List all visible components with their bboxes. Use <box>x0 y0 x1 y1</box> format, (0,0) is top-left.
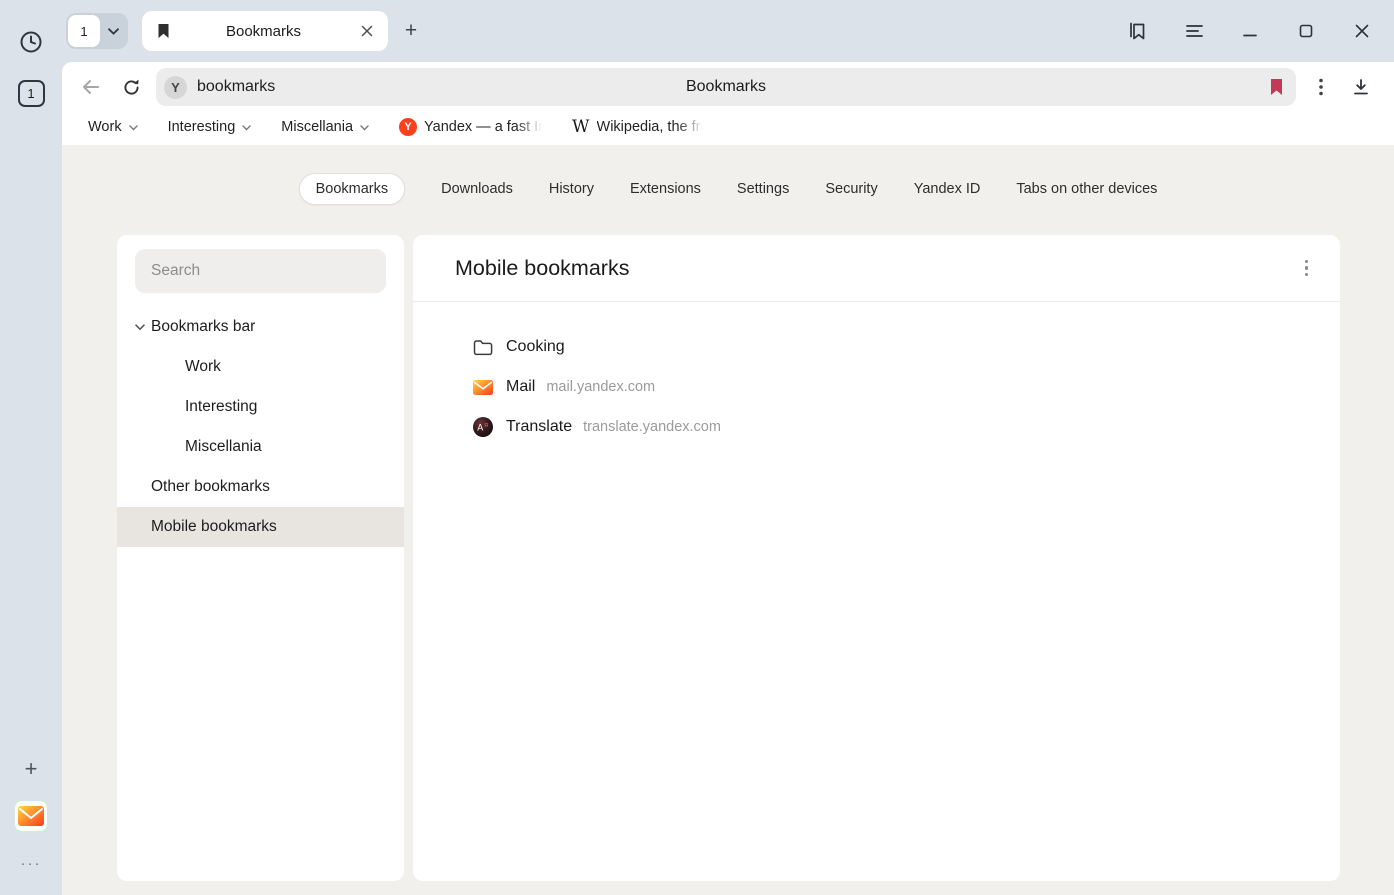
tab-count: 1 <box>68 15 100 47</box>
side-panel-bookmark-icon[interactable] <box>1126 19 1150 43</box>
close-window-icon[interactable] <box>1350 19 1374 43</box>
tree-item-miscellania[interactable]: Miscellania <box>117 427 404 467</box>
tab-strip: 1 Bookmarks + <box>62 0 1394 62</box>
yandex-mail-favicon <box>471 380 495 395</box>
list-item-translate[interactable]: A я Translate translate.yandex.com <box>413 407 1340 447</box>
bookmark-list: Cooking Mail <box>413 302 1340 447</box>
link-label: Yandex — a fast In <box>424 119 542 135</box>
wikipedia-favicon: W <box>572 117 589 137</box>
workspace-label: 1 <box>27 86 34 101</box>
left-rail: 1 + ··· <box>0 0 62 895</box>
bookmarks-detail-panel: Mobile bookmarks Cooking <box>413 235 1340 881</box>
url-text: bookmarks <box>197 78 275 96</box>
folder-icon <box>471 339 495 356</box>
bookmarks-bar-link-wikipedia[interactable]: W Wikipedia, the free <box>572 117 702 137</box>
tab-security[interactable]: Security <box>825 181 877 197</box>
yandex-mail-icon[interactable] <box>15 801 47 831</box>
bookmark-url: translate.yandex.com <box>583 419 721 435</box>
bookmark-name: Translate <box>506 418 572 436</box>
tree-item-mobile-bookmarks[interactable]: Mobile bookmarks <box>117 507 404 547</box>
chevron-down-icon[interactable] <box>100 15 126 47</box>
folder-label: Miscellania <box>281 119 353 135</box>
tab-bookmarks[interactable]: Bookmarks <box>299 173 406 205</box>
page-title: Bookmarks <box>156 78 1296 96</box>
bookmark-tab-icon <box>156 23 171 39</box>
tab-downloads[interactable]: Downloads <box>441 181 513 197</box>
chevron-down-icon <box>360 125 369 131</box>
search-input[interactable] <box>135 249 386 293</box>
downloads-icon[interactable] <box>1346 72 1376 102</box>
bookmark-name: Mail <box>506 378 535 396</box>
menu-hamburger-icon[interactable] <box>1182 19 1206 43</box>
detail-header: Mobile bookmarks <box>413 235 1340 302</box>
browser-window: 1 + ··· 1 <box>0 0 1394 895</box>
chevron-down-icon[interactable] <box>135 324 149 331</box>
chevron-down-icon <box>129 125 138 131</box>
tree-item-work[interactable]: Work <box>117 347 404 387</box>
yandex-translate-favicon: A я <box>471 416 495 438</box>
chevron-down-icon <box>242 125 251 131</box>
site-favicon: Y <box>164 76 187 99</box>
tree-item-other-bookmarks[interactable]: Other bookmarks <box>117 467 404 507</box>
maximize-icon[interactable] <box>1294 19 1318 43</box>
window-controls <box>1126 19 1374 43</box>
tree-label: Miscellania <box>185 438 262 456</box>
bookmark-flag-icon[interactable] <box>1269 78 1284 96</box>
tree-label: Bookmarks bar <box>151 318 255 336</box>
close-tab-icon[interactable] <box>356 20 378 42</box>
reload-icon[interactable] <box>116 72 146 102</box>
panels: Bookmarks bar Work Interesting Miscellan… <box>62 235 1394 895</box>
plus-icon: + <box>25 758 38 780</box>
tree-label: Interesting <box>185 398 257 416</box>
list-item-mail[interactable]: Mail mail.yandex.com <box>413 367 1340 407</box>
list-item-cooking[interactable]: Cooking <box>413 327 1340 367</box>
browser-body: Y bookmarks Bookmarks Work <box>62 62 1394 895</box>
main-column: 1 Bookmarks + <box>62 0 1394 895</box>
bookmarks-bar-link-yandex[interactable]: Y Yandex — a fast In <box>399 118 542 136</box>
manager-nav-tabs: Bookmarks Downloads History Extensions S… <box>62 145 1394 205</box>
active-tab-bookmarks[interactable]: Bookmarks <box>142 11 388 51</box>
svg-text:A: A <box>477 423 483 433</box>
tab-history[interactable]: History <box>549 181 594 197</box>
yandex-favicon: Y <box>399 118 417 136</box>
folder-label: Interesting <box>168 119 236 135</box>
bookmarks-bar-folder-interesting[interactable]: Interesting <box>168 119 252 135</box>
bookmarks-bar-folder-miscellania[interactable]: Miscellania <box>281 119 369 135</box>
search-wrap <box>117 249 404 293</box>
detail-title: Mobile bookmarks <box>455 256 629 281</box>
tab-extensions[interactable]: Extensions <box>630 181 701 197</box>
workspace-1-button[interactable]: 1 <box>18 80 45 107</box>
new-tab-button[interactable]: + <box>396 16 426 46</box>
ellipsis-icon: ··· <box>21 855 42 872</box>
tree-item-bookmarks-bar[interactable]: Bookmarks bar <box>117 307 404 347</box>
toolbar: Y bookmarks Bookmarks <box>62 62 1394 112</box>
detail-kebab-icon[interactable] <box>1305 260 1309 277</box>
bookmark-name: Cooking <box>506 338 565 356</box>
address-bar[interactable]: Y bookmarks Bookmarks <box>156 68 1296 106</box>
folder-label: Work <box>88 119 122 135</box>
tree-label: Work <box>185 358 221 376</box>
toolbar-kebab-icon[interactable] <box>1306 72 1336 102</box>
back-arrow-icon[interactable] <box>76 72 106 102</box>
bookmarks-manager-content: Bookmarks Downloads History Extensions S… <box>62 145 1394 895</box>
history-clock-icon[interactable] <box>15 26 47 58</box>
rail-add-button[interactable]: + <box>15 753 47 785</box>
bookmarks-bar: Work Interesting Miscellania <box>62 112 1394 145</box>
link-label: Wikipedia, the free <box>597 119 703 135</box>
tree-item-interesting[interactable]: Interesting <box>117 387 404 427</box>
tree-label: Other bookmarks <box>151 478 270 496</box>
tab-yandex-id[interactable]: Yandex ID <box>914 181 981 197</box>
minimize-icon[interactable] <box>1238 19 1262 43</box>
tab-title: Bookmarks <box>171 23 356 40</box>
tab-settings[interactable]: Settings <box>737 181 789 197</box>
bookmarks-bar-folder-work[interactable]: Work <box>88 119 138 135</box>
tab-other-devices[interactable]: Tabs on other devices <box>1016 181 1157 197</box>
folders-sidebar: Bookmarks bar Work Interesting Miscellan… <box>117 235 404 881</box>
plus-icon: + <box>405 19 417 43</box>
tree-label: Mobile bookmarks <box>151 518 277 536</box>
svg-text:я: я <box>484 422 488 429</box>
tab-group-button[interactable]: 1 <box>66 13 128 49</box>
bookmark-url: mail.yandex.com <box>546 379 655 395</box>
rail-more-dots[interactable]: ··· <box>15 847 47 879</box>
